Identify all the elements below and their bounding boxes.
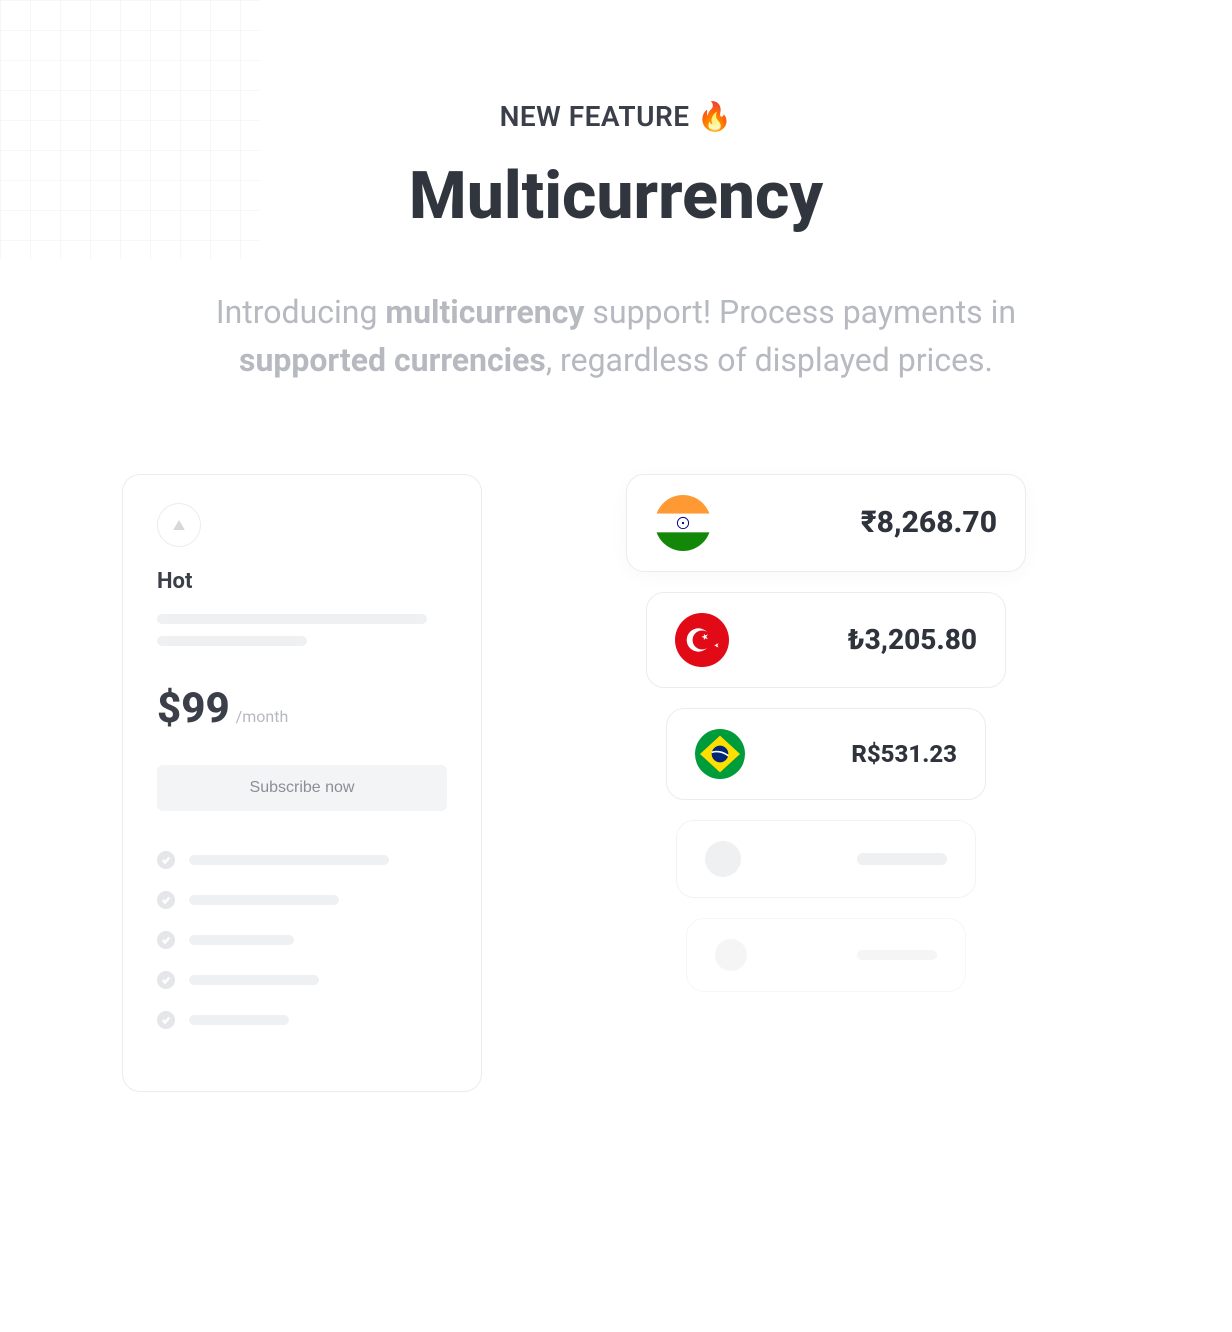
feature-list xyxy=(157,851,447,1029)
eyebrow-text: NEW FEATURE xyxy=(500,100,690,133)
feature-item xyxy=(157,1011,447,1029)
price-amount: $99 xyxy=(157,684,230,733)
check-icon xyxy=(157,971,175,989)
subtitle: Introducing multicurrency support! Proce… xyxy=(166,288,1066,384)
subscribe-button[interactable]: Subscribe now xyxy=(157,765,447,811)
eyebrow-label: NEW FEATURE 🔥 xyxy=(0,100,1232,133)
plan-description-skeleton xyxy=(157,614,427,624)
content-row: Hot $99 /month Subscribe now xyxy=(0,384,1232,1092)
currency-card-turkey: ₺3,205.80 xyxy=(646,592,1006,688)
feature-skeleton xyxy=(189,1015,289,1025)
flag-turkey-icon xyxy=(675,613,729,667)
currency-amount: R$531.23 xyxy=(851,740,957,768)
feature-skeleton xyxy=(189,975,319,985)
flag-brazil-icon xyxy=(695,729,745,779)
feature-skeleton xyxy=(189,855,389,865)
flag-india-icon xyxy=(655,495,711,551)
currency-card-placeholder xyxy=(686,918,966,992)
feature-skeleton xyxy=(189,895,339,905)
check-icon xyxy=(157,931,175,949)
subtitle-part: , regardless of displayed prices. xyxy=(546,341,993,379)
subtitle-part: Introducing xyxy=(216,293,385,331)
subtitle-part: support! Process payments in xyxy=(584,293,1016,331)
plan-card: Hot $99 /month Subscribe now xyxy=(122,474,482,1092)
check-icon xyxy=(157,891,175,909)
page-title: Multicurrency xyxy=(0,161,1232,234)
currency-card-placeholder xyxy=(676,820,976,898)
check-icon xyxy=(157,851,175,869)
triangle-icon xyxy=(169,515,189,535)
currency-list: ₹8,268.70 ₺3,205.80 xyxy=(542,474,1110,992)
currency-card-india: ₹8,268.70 xyxy=(626,474,1026,572)
plan-icon xyxy=(157,503,201,547)
check-icon xyxy=(157,1011,175,1029)
currency-amount-skeleton xyxy=(857,853,947,865)
currency-amount: ₺3,205.80 xyxy=(848,623,977,656)
hero-header: NEW FEATURE 🔥 Multicurrency Introducing … xyxy=(0,0,1232,384)
subtitle-bold: supported currencies xyxy=(239,341,546,379)
price-row: $99 /month xyxy=(157,684,447,733)
flag-placeholder-icon xyxy=(715,939,747,971)
feature-item xyxy=(157,891,447,909)
plan-name: Hot xyxy=(157,569,447,594)
feature-item xyxy=(157,851,447,869)
currency-card-brazil: R$531.23 xyxy=(666,708,986,800)
feature-item xyxy=(157,971,447,989)
feature-skeleton xyxy=(189,935,294,945)
currency-amount-skeleton xyxy=(857,950,937,960)
plan-description-skeleton xyxy=(157,636,307,646)
feature-item xyxy=(157,931,447,949)
flag-placeholder-icon xyxy=(705,841,741,877)
price-period: /month xyxy=(236,707,289,726)
fire-icon: 🔥 xyxy=(697,100,732,133)
subtitle-bold: multicurrency xyxy=(385,293,584,331)
currency-amount: ₹8,268.70 xyxy=(861,505,997,540)
